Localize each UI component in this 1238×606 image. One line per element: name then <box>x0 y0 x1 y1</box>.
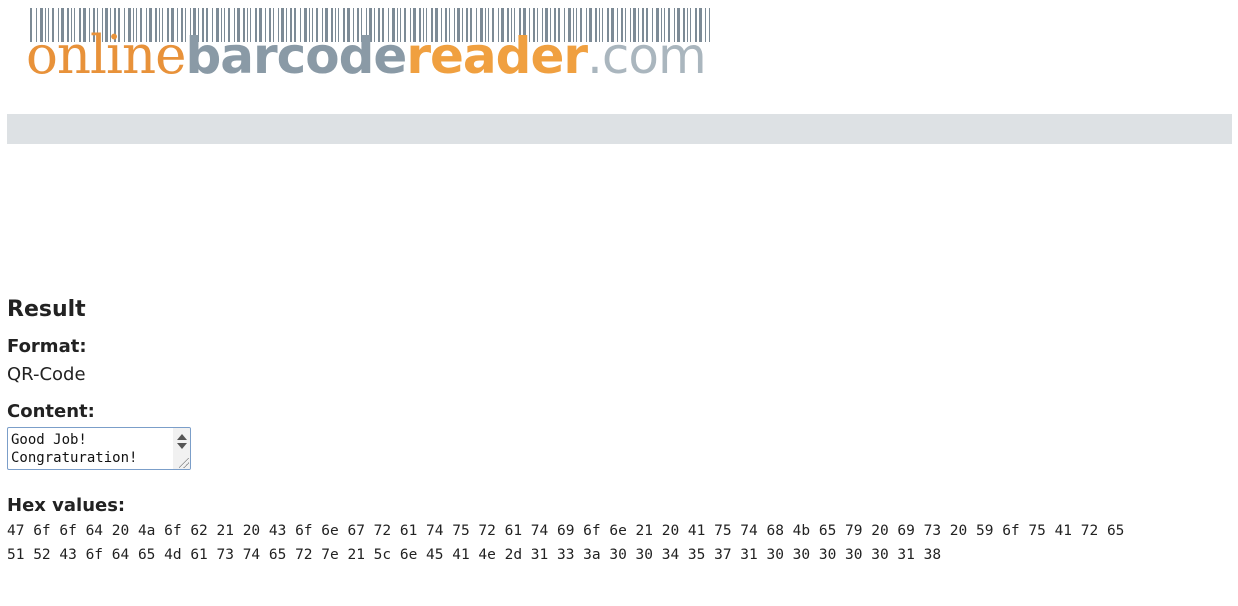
logo-wordmark: onlinebarcodereader.com <box>26 25 707 86</box>
result-section: Result Format: QR-Code Content: Good Job… <box>7 296 1227 567</box>
navigation-bar <box>7 114 1232 144</box>
hex-values-line: 47 6f 6f 64 20 4a 6f 62 21 20 43 6f 6e 6… <box>7 523 1125 539</box>
site-logo[interactable]: onlinebarcodereader.com <box>26 8 716 86</box>
resize-grip-icon[interactable] <box>179 458 189 468</box>
logo-word-online: online <box>26 25 186 86</box>
hex-values-line: 51 52 43 6f 64 65 4d 61 73 74 65 72 7e 2… <box>7 547 942 563</box>
hex-values-label: Hex values: <box>7 495 126 516</box>
logo-word-com: .com <box>587 27 707 85</box>
content-label: Content: <box>7 401 95 422</box>
format-label: Format: <box>7 336 87 357</box>
logo-word-barcode: barcode <box>185 27 407 85</box>
format-value: QR-Code <box>7 364 86 385</box>
result-title: Result <box>7 297 86 322</box>
content-textarea[interactable]: Good Job! Congraturation! <box>7 427 191 470</box>
content-text: Good Job! Congraturation! <box>11 432 138 466</box>
logo-word-reader: reader <box>406 27 588 85</box>
scroll-up-icon[interactable] <box>177 434 187 440</box>
scroll-down-icon[interactable] <box>177 443 187 449</box>
